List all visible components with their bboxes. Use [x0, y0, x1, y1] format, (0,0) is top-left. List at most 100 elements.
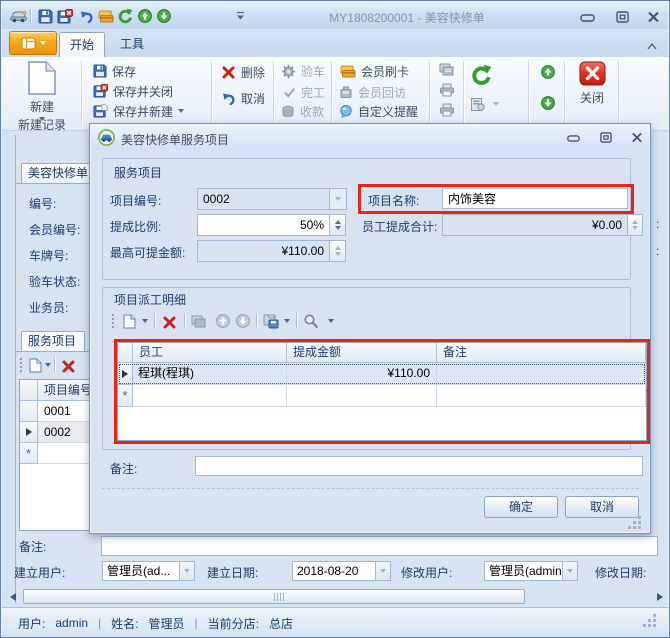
titlebar: MY1808200001 - 美容快修单 [2, 2, 668, 29]
refresh-large-icon[interactable] [469, 63, 493, 87]
save-close-button[interactable]: 保存并关闭 [93, 82, 173, 100]
status-branch-value: 总店 [269, 615, 293, 632]
close-button[interactable] [643, 9, 663, 25]
cell-remark[interactable] [437, 363, 646, 385]
dispatch-copy-icon[interactable] [190, 313, 208, 331]
dispatch-toolbar-overflow-caret[interactable] [328, 319, 334, 323]
max-spinner[interactable] [330, 240, 346, 262]
print-preview-icon[interactable] [438, 101, 456, 119]
dispatch-delete-icon[interactable] [160, 313, 178, 331]
record-down-icon[interactable] [539, 94, 557, 112]
card-swipe-icon[interactable] [95, 7, 115, 25]
ratio-spinner[interactable] [330, 214, 346, 236]
horizontal-scrollbar[interactable] [5, 589, 667, 605]
new-page-icon [27, 60, 57, 96]
undo-icon[interactable] [76, 7, 96, 25]
items-tab[interactable]: 服务项目 [21, 331, 85, 351]
save-new-button[interactable]: 保存并新建 [93, 102, 184, 120]
items-new-caret[interactable] [45, 363, 51, 367]
dialog-close-button[interactable] [627, 129, 647, 145]
created-date-combo-button[interactable] [376, 561, 391, 581]
finish-button[interactable]: 完工 [283, 83, 325, 101]
dialog-separator [102, 488, 639, 489]
inspect-button[interactable]: 验车 [281, 62, 325, 80]
field-label-no: 编号: [29, 195, 56, 212]
table-row-new[interactable]: * [118, 385, 646, 407]
ratio-input[interactable]: 50% [197, 214, 330, 236]
main-remark-input[interactable] [101, 536, 658, 556]
dispatch-header-remark[interactable]: 备注 [437, 343, 646, 363]
document-tab[interactable]: 美容快修单 [21, 163, 96, 183]
ribbon-close-button[interactable]: 关闭 [571, 61, 613, 106]
tab-start[interactable]: 开始 [59, 32, 105, 57]
save-button[interactable]: 保存 [93, 62, 136, 80]
dispatch-up-icon[interactable] [214, 312, 232, 330]
preview-caret[interactable] [493, 102, 499, 106]
ribbon-collapse-icon[interactable] [646, 39, 658, 53]
dispatch-new-icon[interactable] [120, 312, 138, 330]
dispatch-new-caret[interactable] [142, 319, 148, 323]
app-car-icon[interactable] [8, 7, 28, 25]
dispatch-down-icon[interactable] [234, 312, 252, 330]
status-separator: | [195, 616, 198, 630]
created-by-combo-button[interactable] [180, 561, 195, 581]
cell-remark[interactable] [437, 385, 646, 407]
move-up-icon[interactable] [135, 7, 155, 25]
print-icon[interactable] [438, 81, 456, 99]
preview-document-icon[interactable] [469, 95, 487, 113]
dialog-restore-button[interactable] [596, 129, 616, 145]
new-button[interactable]: 新建 [13, 60, 71, 121]
member-visit-button[interactable]: 会员回访 [339, 83, 406, 101]
code-combo-button[interactable] [330, 188, 347, 210]
cell-employee[interactable] [133, 385, 287, 407]
dialog-resize-grip[interactable] [638, 516, 641, 519]
report-icon[interactable] [438, 61, 456, 79]
tab-tools[interactable]: 工具 [109, 32, 155, 57]
modified-by-combo-button[interactable] [563, 561, 578, 581]
items-new-icon[interactable] [26, 356, 44, 374]
dispatch-header-amount[interactable]: 提成金额 [287, 343, 437, 363]
scroll-right-icon[interactable] [652, 589, 667, 604]
cell-employee[interactable]: 程琪(程琪) [133, 363, 287, 385]
dialog-remark-input[interactable] [195, 456, 643, 476]
emp-total-spinner[interactable] [628, 214, 643, 236]
minimize-button[interactable] [577, 10, 597, 26]
main-window: MY1808200001 - 美容快修单 开始 工具 新建 新建记录 保存 保存… [0, 0, 670, 638]
dispatch-export-caret[interactable] [284, 319, 290, 323]
cell-amount[interactable] [287, 385, 437, 407]
restore-button[interactable] [612, 9, 632, 25]
scrollbar-thumb[interactable] [23, 589, 525, 604]
save-close-icon[interactable] [55, 7, 75, 25]
record-up-icon[interactable] [539, 63, 557, 81]
cancel-button[interactable]: 取消 [221, 89, 265, 107]
table-row-selected[interactable]: 程琪(程琪) ¥110.00 [118, 363, 646, 385]
dispatch-header-employee[interactable]: 员工 [133, 343, 287, 363]
application-menu-button[interactable] [9, 31, 57, 55]
scroll-left-icon[interactable] [5, 589, 20, 604]
dispatch-search-icon[interactable] [302, 312, 320, 330]
code-label: 项目编号: [110, 192, 161, 209]
dispatch-grid[interactable]: 员工 提成金额 备注 程琪(程琪) ¥110.00 * [117, 342, 647, 441]
ok-button[interactable]: 确定 [484, 496, 558, 518]
member-card-button[interactable]: 会员刷卡 [339, 62, 409, 80]
items-delete-icon[interactable] [59, 357, 77, 375]
created-by-combo[interactable]: 管理员(ad... [102, 561, 180, 581]
custom-remind-button[interactable]: 自定义提醒 [339, 102, 418, 120]
created-date-combo[interactable]: 2018-08-20 [292, 561, 376, 581]
max-label: 最高可提金额: [110, 244, 185, 261]
code-combo[interactable]: 0002 [197, 188, 330, 210]
cell-amount[interactable]: ¥110.00 [287, 363, 437, 385]
max-input[interactable]: ¥110.00 [197, 240, 330, 262]
window-resize-grip[interactable] [653, 614, 656, 617]
collect-button[interactable]: 收款 [281, 102, 324, 120]
emp-total-input[interactable]: ¥0.00 [442, 214, 628, 236]
dialog-minimize-button[interactable] [563, 130, 583, 146]
delete-button[interactable]: 删除 [221, 63, 265, 81]
save-icon[interactable] [35, 7, 55, 25]
dispatch-export-icon[interactable] [262, 312, 280, 330]
refresh-icon[interactable] [115, 7, 135, 25]
move-down-icon[interactable] [154, 7, 174, 25]
dialog-cancel-button[interactable]: 取消 [565, 496, 639, 518]
modified-by-combo[interactable]: 管理员(admin) [484, 561, 563, 581]
name-input[interactable]: 内饰美容 [442, 188, 628, 209]
